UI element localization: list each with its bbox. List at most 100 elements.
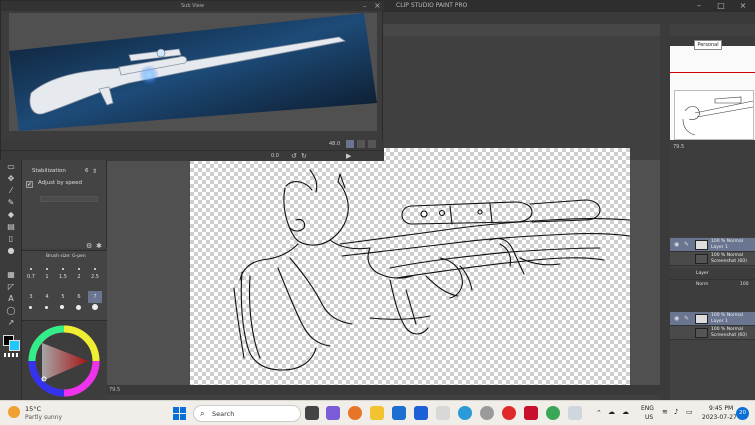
weather-icon[interactable] [8,406,20,418]
personal-tooltip: Personal [694,40,722,50]
eyedropper-tool-icon[interactable]: ⁄ [5,186,17,196]
brush-size-option[interactable]: 4 [40,291,54,303]
pen-tool-icon[interactable]: ✎ [5,198,17,208]
layer-thumbnail [695,314,708,324]
move-tool-icon[interactable]: ✥ [5,174,17,184]
navigator-preview[interactable] [674,90,754,140]
edge-icon[interactable] [458,406,472,420]
chrome-icon[interactable] [546,406,560,420]
transparent-color-swatch[interactable] [4,353,18,357]
sub-view-minimize-icon[interactable]: – [363,2,367,10]
layer-row[interactable]: 100 % Normal Screenshot (60) [670,252,755,266]
eye-icon[interactable]: ◉ [674,315,679,322]
fill-tool-icon[interactable]: ◆ [5,210,17,220]
size-dot [76,305,81,310]
brush-size-option-selected[interactable]: 7 [88,291,102,303]
taskbar-search[interactable]: ⌕ Search [193,405,301,422]
reference-rifle-image [9,13,377,131]
layer-row[interactable]: 100 % Normal Screenshot (60) [670,326,755,340]
teams-icon[interactable] [326,406,340,420]
opera-icon[interactable] [502,406,516,420]
navigator-zoom[interactable]: 79.5 [673,144,684,150]
dropbox-icon[interactable] [414,406,428,420]
stepper-icon[interactable]: ⇕ [92,168,97,175]
size-dot [30,268,32,270]
close-icon[interactable]: × [732,0,754,12]
gradient-tool-icon[interactable]: ▤ [5,222,17,232]
brush-size-option[interactable]: 1 [40,271,54,283]
blend-mode-select[interactable]: Norm [696,282,708,287]
weather-condition[interactable]: Partly sunny [25,414,62,421]
select-tool-icon[interactable]: ▭ [5,162,17,172]
clip-studio-app: CLIP STUDIO PAINT PRO – □ × Sub View – ×… [0,0,755,400]
tray-expand-icon[interactable]: ⌃ [596,409,602,417]
blend-tool-icon[interactable]: ● [5,246,17,256]
clip-studio-icon[interactable] [436,406,450,420]
drawing-canvas[interactable] [190,148,630,386]
layer-label: 100 % Normal Screenshot (60) [711,253,747,264]
correct-line-tool-icon[interactable]: ↗ [5,318,17,328]
sub-view-zoom[interactable]: 48.0 [329,141,340,147]
rotation-angle[interactable]: 0.0 [271,153,279,159]
layer-subpanel-header: Layer [670,268,755,280]
stabilization-value[interactable]: 6 [85,168,89,174]
opacity-value[interactable]: 100 [740,282,749,287]
eraser-tool-icon[interactable]: ▯ [5,234,17,244]
import-icon[interactable] [368,140,376,148]
wrench-icon[interactable]: ✱ [96,242,102,250]
text-tool-icon[interactable]: A [5,294,17,304]
brush-size-option[interactable]: 2 [72,271,86,283]
rotate-right-icon[interactable]: ↻ [301,152,307,160]
clock-date[interactable]: 2023-07-27 [702,414,737,421]
play-icon[interactable]: ▶ [346,152,351,160]
minimize-icon[interactable]: – [688,0,710,12]
ruler-tool-icon[interactable]: ◸ [5,282,17,292]
cloud-icon[interactable]: ☁ [608,408,615,416]
disabled-slider [40,196,98,202]
figure-tool-icon[interactable]: ▦ [5,270,17,280]
brush-size-option[interactable]: 5 [56,291,70,303]
clip-studio-paint-icon[interactable] [568,406,582,420]
wifi-icon[interactable]: ≋ [662,408,668,416]
menu-bar [380,12,755,24]
maximize-icon[interactable]: □ [710,0,732,12]
brush-size-option[interactable]: 1.5 [56,271,70,283]
reference-image[interactable] [9,13,377,131]
rotate-left-icon[interactable]: ↺ [291,152,297,160]
app-icon[interactable] [480,406,494,420]
layer-row[interactable]: ◉ ✎ 100 % Normal Layer 1 [670,238,755,252]
keyboard-layout[interactable]: US [645,414,653,421]
balloon-tool-icon[interactable]: ◯ [5,306,17,316]
layer-subpanel-title: Layer [696,271,709,276]
store-icon[interactable] [392,406,406,420]
command-bar [380,24,668,36]
sub-view-close-icon[interactable]: × [374,1,381,10]
canvas-zoom[interactable]: 79.5 [109,385,120,395]
onedrive-icon[interactable]: ☁ [622,408,629,416]
battery-icon[interactable]: ▭ [686,408,693,416]
firefox-icon[interactable] [348,406,362,420]
windows-start-icon[interactable] [173,407,186,420]
brush-size-option[interactable]: 3 [24,291,38,303]
notification-badge[interactable]: 20 [736,407,749,420]
language-indicator[interactable]: ENG [641,405,654,412]
brush-size-option[interactable]: 0.7 [24,271,38,283]
fit-icon[interactable] [346,140,354,148]
settings-icon[interactable]: ⚙ [86,242,92,250]
volume-icon[interactable]: ♪ [674,408,678,416]
color-wheel[interactable] [22,321,107,401]
weather-temperature[interactable]: 15°C [25,405,41,413]
file-explorer-icon[interactable] [370,406,384,420]
clock-time[interactable]: 9:45 PM [709,405,733,412]
panel-scroll-strip[interactable] [660,24,670,400]
eye-icon[interactable]: ◉ [674,241,679,248]
task-view-icon[interactable] [305,406,319,420]
marvel-icon[interactable] [524,406,538,420]
brush-size-option[interactable]: 6 [72,291,86,303]
sub-color-swatch[interactable] [9,340,20,351]
adjust-by-speed-checkbox[interactable]: ✓ [26,181,33,188]
eyedropper-icon[interactable] [357,140,365,148]
layer-row[interactable]: ◉ ✎ 100 % Normal Layer 1 [670,312,755,326]
search-placeholder: Search [212,410,235,418]
brush-size-option[interactable]: 2.5 [88,271,102,283]
